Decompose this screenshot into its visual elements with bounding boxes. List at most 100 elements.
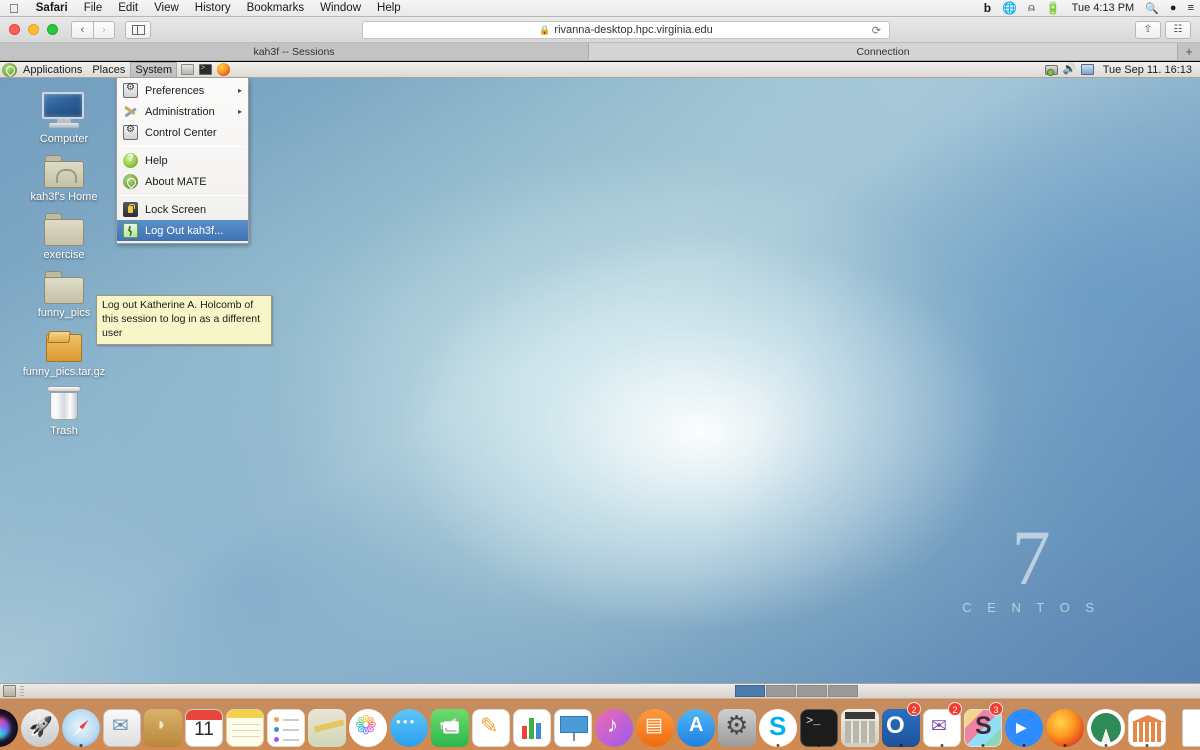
system-menu-item-about-mate[interactable]: About MATE <box>117 171 248 192</box>
network-icon[interactable] <box>1045 63 1059 76</box>
apple-logo-icon[interactable]:  <box>7 1 28 16</box>
reload-icon[interactable]: ⟳ <box>872 24 881 37</box>
dock-item-zoom[interactable] <box>1005 703 1043 747</box>
desktop-icon-computer[interactable]: Computer <box>16 86 112 146</box>
tab-sessions-label: kah3f -- Sessions <box>253 45 335 58</box>
dock-item-notes[interactable] <box>226 703 264 747</box>
log-out-icon <box>123 223 138 238</box>
dock-item-firefox[interactable] <box>1046 703 1084 747</box>
dock-item-documents-stack[interactable] <box>1182 703 1200 747</box>
menu-separator <box>119 195 246 196</box>
show-desktop-icon[interactable] <box>3 685 16 697</box>
back-button[interactable]: ‹ <box>71 20 93 39</box>
mate-menu-places[interactable]: Places <box>87 62 130 78</box>
remote-desktop-view[interactable]: 7 C E N T O S Computer kah3f's Home exer… <box>0 62 1200 698</box>
globe-icon[interactable]: 🌐 <box>1002 1 1017 15</box>
dock-item-messages[interactable] <box>390 703 428 747</box>
dock-item-reminders[interactable] <box>267 703 305 747</box>
administration-icon <box>123 104 138 119</box>
wifi-icon[interactable]: ⍝ <box>1028 2 1035 15</box>
display-icon[interactable] <box>1081 63 1095 76</box>
terminal-launcher-icon[interactable] <box>197 63 213 77</box>
new-tab-button[interactable]: + <box>1178 43 1200 60</box>
menu-separator <box>119 146 246 147</box>
workspace-switcher[interactable] <box>735 685 858 697</box>
notification-center-icon[interactable]: ≡ <box>1188 2 1194 14</box>
system-menu-item-help[interactable]: Help <box>117 150 248 171</box>
workspace-2[interactable] <box>766 685 796 697</box>
dock-item-onenote[interactable]: 2 <box>923 702 962 747</box>
dock-item-safari[interactable] <box>62 703 100 747</box>
volume-icon[interactable]: 🔊 <box>1063 63 1077 76</box>
mate-menu-system[interactable]: System <box>130 62 178 78</box>
siri-icon[interactable]: ● <box>1170 2 1177 14</box>
dock-item-photos[interactable] <box>349 703 387 747</box>
dropbox-icon[interactable]: b <box>984 1 991 15</box>
menu-view[interactable]: View <box>146 0 187 17</box>
dock-item-maps[interactable] <box>308 703 346 747</box>
dock-item-keynote[interactable] <box>554 703 592 747</box>
dock-item-ibooks[interactable] <box>636 703 674 747</box>
menu-help[interactable]: Help <box>369 0 409 17</box>
menu-bookmarks[interactable]: Bookmarks <box>239 0 313 17</box>
dock-item-system-preferences[interactable] <box>718 703 756 747</box>
desktop-icon-trash[interactable]: Trash <box>16 378 112 438</box>
dock-item-itunes[interactable] <box>595 703 633 747</box>
desktop-icon-home[interactable]: kah3f's Home <box>16 144 112 204</box>
menu-edit[interactable]: Edit <box>110 0 146 17</box>
system-menu-item-lock-screen[interactable]: Lock Screen <box>117 199 248 220</box>
menu-window[interactable]: Window <box>312 0 369 17</box>
system-menu-item-log-out[interactable]: Log Out kah3f... <box>117 220 248 241</box>
dock-item-calculator[interactable] <box>841 703 879 747</box>
menu-app-name[interactable]: Safari <box>28 0 76 17</box>
tab-connection[interactable]: Connection <box>589 43 1178 60</box>
menu-file[interactable]: File <box>76 0 111 17</box>
mate-menu-applications[interactable]: Applications <box>18 62 87 78</box>
workspace-4[interactable] <box>828 685 858 697</box>
safari-toolbar: ‹ › 🔒 rivanna-desktop.hpc.virginia.edu ⟳… <box>0 17 1200 43</box>
workspace-3[interactable] <box>797 685 827 697</box>
dock-item-x2go[interactable] <box>1087 703 1125 747</box>
address-bar[interactable]: 🔒 rivanna-desktop.hpc.virginia.edu ⟳ <box>362 21 890 39</box>
firefox-launcher-icon[interactable] <box>215 63 231 77</box>
dock-item-outlook[interactable]: 2 <box>882 702 921 747</box>
dock-item-skype[interactable] <box>759 703 797 747</box>
system-menu-item-control-center[interactable]: Control Center <box>117 122 248 143</box>
macos-menu-status-area: b 🌐 ⍝ 🔋 Tue 4:13 PM 🔍 ● ≡ <box>984 1 1200 15</box>
share-icon[interactable]: ⇧ <box>1135 20 1161 39</box>
zoom-window-button[interactable] <box>47 24 58 35</box>
mate-clock[interactable]: Tue Sep 11. 16:13 <box>1099 64 1196 76</box>
battery-icon[interactable]: 🔋 <box>1046 1 1061 15</box>
dock-item-terminal[interactable] <box>800 703 838 747</box>
close-window-button[interactable] <box>9 24 20 35</box>
dock-item-launchpad[interactable] <box>21 703 59 747</box>
dock-item-contacts[interactable] <box>144 703 182 747</box>
macos-clock[interactable]: Tue 4:13 PM <box>1072 2 1135 14</box>
system-menu-item-preferences[interactable]: Preferences ▸ <box>117 80 248 101</box>
dock-item-slack[interactable]: 3 <box>964 702 1003 747</box>
minimize-window-button[interactable] <box>28 24 39 35</box>
desktop-icon-exercise[interactable]: exercise <box>16 202 112 262</box>
show-all-tabs-icon[interactable]: ☷ <box>1165 20 1191 39</box>
spotlight-search-icon[interactable]: 🔍 <box>1145 2 1159 15</box>
lock-screen-icon <box>123 202 138 217</box>
dock-item-facetime[interactable] <box>431 703 469 747</box>
dock-item-numbers[interactable] <box>513 703 551 747</box>
dock-item-calendar[interactable]: 11 <box>185 703 223 747</box>
dock-item-siri[interactable] <box>0 703 18 747</box>
dock-item-uva[interactable] <box>1128 703 1166 747</box>
forward-button[interactable]: › <box>93 20 115 39</box>
dock-item-app-store[interactable] <box>677 703 715 747</box>
file-manager-launcher-icon[interactable] <box>179 63 195 77</box>
dock-item-pages[interactable] <box>472 703 510 747</box>
mate-logo-icon[interactable] <box>2 62 17 77</box>
slack-badge: 3 <box>989 702 1003 716</box>
system-menu-item-label: Control Center <box>145 126 217 139</box>
dock-item-mail[interactable] <box>103 703 141 747</box>
workspace-1[interactable] <box>735 685 765 697</box>
menu-history[interactable]: History <box>187 0 239 17</box>
tab-sessions[interactable]: kah3f -- Sessions <box>0 43 589 60</box>
system-menu-item-administration[interactable]: Administration ▸ <box>117 101 248 122</box>
sidebar-toggle-icon[interactable] <box>125 20 151 39</box>
safari-tab-bar: kah3f -- Sessions Connection + <box>0 43 1200 61</box>
